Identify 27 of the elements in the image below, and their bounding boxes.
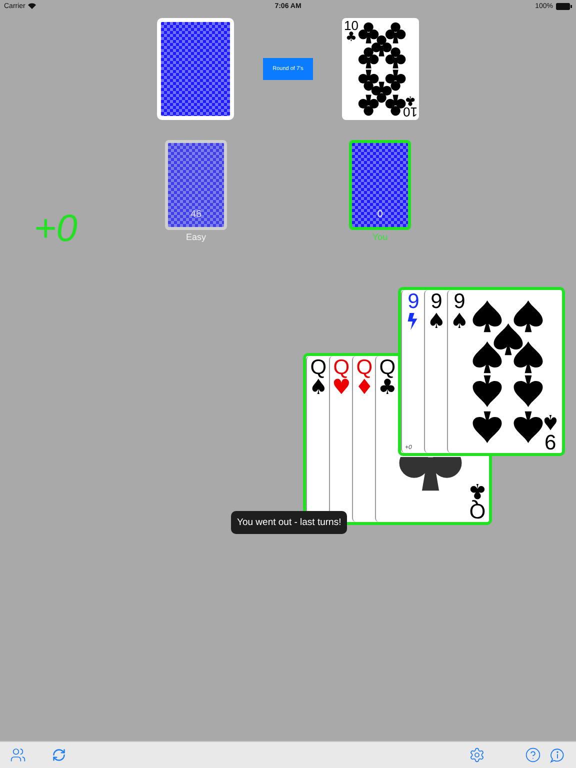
card-rank: 9	[408, 291, 420, 312]
card-suit: ♠	[309, 378, 328, 397]
card-suit: ♣	[345, 32, 358, 44]
card-suit: ♥	[332, 378, 351, 397]
card-suit: ♠	[541, 412, 560, 431]
card-rank: 10	[344, 19, 358, 32]
card-rank: 9	[430, 291, 442, 312]
card-rank: Q	[333, 357, 350, 378]
score-label: +0	[34, 210, 78, 248]
card-suit: ♦	[355, 378, 374, 397]
card-rank: 9	[544, 431, 556, 452]
card-rank: 9	[454, 291, 466, 312]
card-count: 46	[190, 209, 202, 220]
player-name: Easy	[186, 232, 206, 242]
card-rank: Q	[356, 357, 373, 378]
player-name: You	[372, 232, 388, 242]
card-count: 0	[377, 209, 383, 220]
card-rank: Q	[379, 357, 396, 378]
card-suit: ♣	[404, 94, 416, 106]
card-suit: ♠	[450, 312, 469, 331]
card-suit: ♠	[427, 312, 446, 331]
card-rank: Q	[310, 357, 327, 378]
card-rank: Q	[469, 500, 486, 521]
card-rank: 10	[402, 106, 417, 119]
card-suit: ♣	[468, 481, 487, 500]
card-suit: ♣	[378, 378, 397, 397]
went-out-toast: You went out - last turns!	[231, 511, 348, 534]
